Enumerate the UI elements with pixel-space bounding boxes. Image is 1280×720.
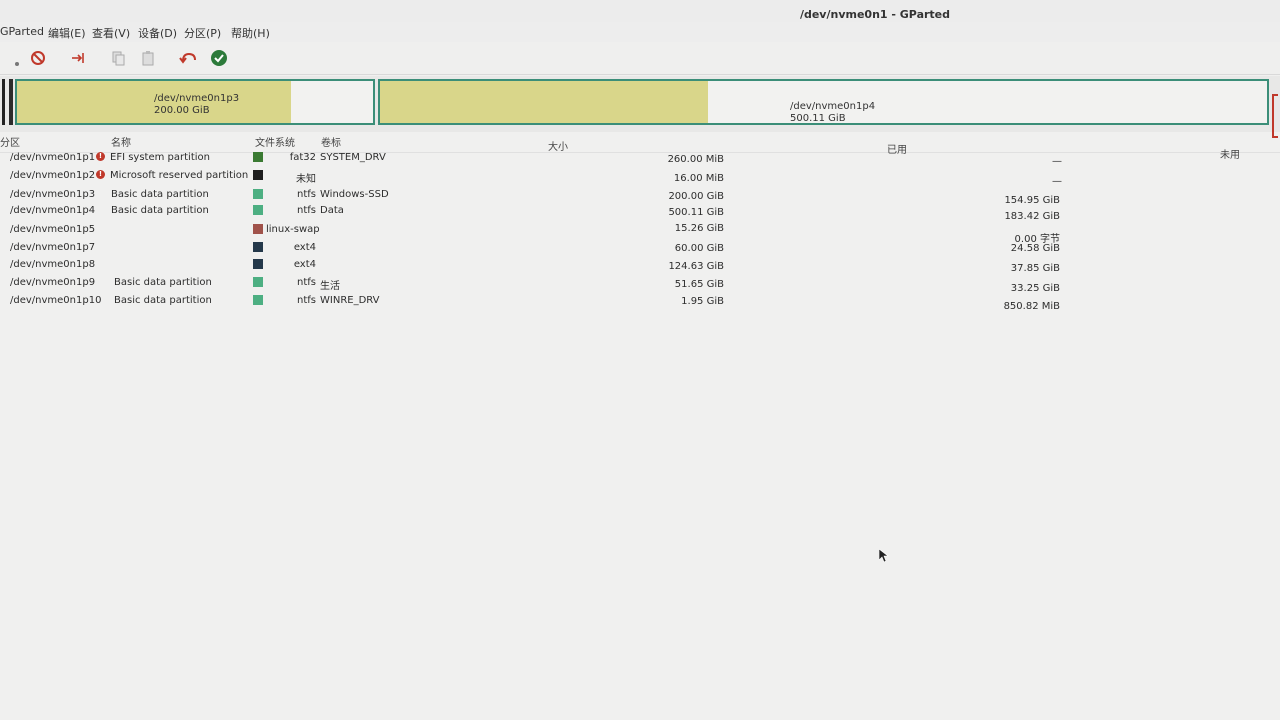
filesystem-color-swatch bbox=[253, 242, 263, 252]
filesystem-type: ext4 bbox=[293, 242, 316, 253]
partition-path: /dev/nvme0n1p8 bbox=[10, 259, 96, 270]
partition-path: /dev/nvme0n1p5 bbox=[10, 224, 96, 235]
column-label[interactable]: 卷标 bbox=[321, 134, 341, 149]
filesystem-type: ntfs bbox=[297, 205, 316, 216]
partition-name: Basic data partition bbox=[114, 277, 212, 288]
warning-icon: ! bbox=[96, 152, 105, 161]
partition-path: /dev/nvme0n1p7 bbox=[10, 242, 96, 253]
table-row[interactable]: /dev/nvme0n1p9 Basic data partition ntfs 生活… bbox=[0, 275, 1280, 294]
volume-label: Windows-SSD bbox=[320, 189, 389, 200]
volume-label: WINRE_DRV bbox=[320, 295, 380, 306]
partition-name: Microsoft reserved partition bbox=[110, 170, 249, 181]
filesystem-type: ext4 bbox=[293, 259, 316, 270]
filesystem-type: ntfs bbox=[297, 189, 316, 200]
table-row[interactable]: /dev/nvme0n1p2! Microsoft reserved partit… bbox=[0, 168, 1280, 187]
partition-used: 850.82 MiB bbox=[1003, 301, 1060, 312]
partition-used: — bbox=[1052, 176, 1062, 187]
partition-path: /dev/nvme0n1p9 bbox=[10, 277, 96, 288]
partition-size: 15.26 GiB bbox=[674, 223, 724, 234]
undo-icon[interactable] bbox=[178, 48, 198, 68]
partition-used: — bbox=[1052, 156, 1062, 167]
filesystem-type: linux-swap bbox=[266, 224, 320, 235]
copy-icon[interactable] bbox=[108, 48, 128, 68]
partition-name: /dev/nvme0n1p4 bbox=[790, 101, 876, 112]
partition-size: 1.95 GiB bbox=[681, 296, 724, 307]
partition-name: /dev/nvme0n1p3 bbox=[154, 93, 240, 104]
delete-icon[interactable] bbox=[28, 48, 48, 68]
menu-gparted[interactable]: GParted bbox=[0, 25, 44, 38]
window-title: /dev/nvme0n1 - GParted bbox=[799, 8, 951, 21]
filesystem-color-swatch bbox=[253, 224, 263, 234]
filesystem-color-swatch bbox=[253, 277, 263, 287]
partition-size: 200.00 GiB bbox=[154, 105, 210, 116]
partition-size: 60.00 GiB bbox=[674, 243, 724, 254]
disk-map-partition-p4[interactable]: /dev/nvme0n1p4 500.11 GiB bbox=[378, 79, 1269, 125]
disk-map-partition-sliver[interactable] bbox=[2, 79, 5, 125]
filesystem-color-swatch bbox=[253, 295, 263, 305]
menu-view[interactable]: 查看(V) bbox=[92, 25, 130, 41]
filesystem-color-swatch bbox=[253, 205, 263, 215]
filesystem-color-swatch bbox=[253, 152, 263, 162]
partition-size: 500.11 GiB bbox=[790, 113, 846, 124]
partition-path: /dev/nvme0n1p3 bbox=[10, 189, 96, 200]
menu-partition[interactable]: 分区(P) bbox=[184, 25, 221, 41]
filesystem-type: 未知 bbox=[296, 174, 316, 185]
new-icon[interactable] bbox=[4, 48, 24, 68]
column-filesystem[interactable]: 文件系统 bbox=[255, 134, 295, 149]
partition-size: 260.00 MiB bbox=[667, 154, 724, 165]
filesystem-type: ntfs bbox=[297, 277, 316, 288]
volume-label: 生活 bbox=[320, 281, 340, 292]
partition-size: 500.11 GiB bbox=[668, 207, 724, 218]
partition-size: 16.00 MiB bbox=[673, 173, 724, 184]
volume-label: SYSTEM_DRV bbox=[320, 152, 386, 163]
filesystem-color-swatch bbox=[253, 259, 263, 269]
partition-used: 183.42 GiB bbox=[1004, 211, 1060, 222]
table-row[interactable]: /dev/nvme0n1p8 ext4 124.63 GiB 37.85 GiB bbox=[0, 257, 1280, 275]
toolbar bbox=[0, 42, 1280, 75]
partition-path: /dev/nvme0n1p1 bbox=[10, 152, 96, 163]
disk-map: /dev/nvme0n1p3 200.00 GiB /dev/nvme0n1p4… bbox=[0, 76, 1280, 138]
partition-name: Basic data partition bbox=[111, 205, 209, 216]
partition-used: 24.58 GiB bbox=[1010, 243, 1060, 254]
column-name[interactable]: 名称 bbox=[111, 134, 131, 149]
menu-bar: GParted 编辑(E) 查看(V) 设备(D) 分区(P) 帮助(H) bbox=[0, 22, 1280, 42]
table-row[interactable]: /dev/nvme0n1p1! EFI system partition fat32… bbox=[0, 150, 1280, 168]
apply-icon[interactable] bbox=[209, 48, 229, 68]
used-space-bar bbox=[380, 81, 709, 123]
volume-label: Data bbox=[320, 205, 344, 216]
filesystem-color-swatch bbox=[253, 170, 263, 180]
table-row[interactable]: /dev/nvme0n1p4 Basic data partition ntfs Da… bbox=[0, 203, 1280, 222]
mouse-pointer-icon bbox=[879, 549, 889, 563]
partition-size: 124.63 GiB bbox=[668, 261, 724, 272]
menu-edit[interactable]: 编辑(E) bbox=[48, 25, 86, 41]
title-bar bbox=[0, 0, 1280, 24]
partition-path: /dev/nvme0n1p10 bbox=[10, 295, 102, 306]
table-row[interactable]: /dev/nvme0n1p10 Basic data partition ntfs W… bbox=[0, 293, 1280, 312]
partition-size: 51.65 GiB bbox=[674, 279, 724, 290]
menu-help[interactable]: 帮助(H) bbox=[231, 25, 270, 41]
partition-size: 200.00 GiB bbox=[668, 191, 724, 202]
partition-name: Basic data partition bbox=[114, 295, 212, 306]
menu-device[interactable]: 设备(D) bbox=[138, 25, 177, 41]
warning-icon: ! bbox=[96, 170, 105, 179]
paste-icon[interactable] bbox=[138, 48, 158, 68]
partition-name: EFI system partition bbox=[110, 152, 210, 163]
resize-icon[interactable] bbox=[68, 48, 88, 68]
partition-used: 37.85 GiB bbox=[1010, 263, 1060, 274]
filesystem-color-swatch bbox=[253, 189, 263, 199]
column-partition[interactable]: 分区 bbox=[0, 134, 20, 149]
table-row[interactable]: /dev/nvme0n1p7 ext4 60.00 GiB 24.58 GiB bbox=[0, 240, 1280, 258]
disk-map-partition-sliver[interactable] bbox=[9, 79, 13, 125]
partition-name: Basic data partition bbox=[111, 189, 209, 200]
partition-path: /dev/nvme0n1p4 bbox=[10, 205, 96, 216]
table-row[interactable]: /dev/nvme0n1p5 linux-swap 15.26 GiB 0.00 字节 bbox=[0, 222, 1280, 245]
partition-path: /dev/nvme0n1p2 bbox=[10, 170, 96, 181]
disk-map-partition-p3[interactable]: /dev/nvme0n1p3 200.00 GiB bbox=[15, 79, 375, 125]
filesystem-type: ntfs bbox=[297, 295, 316, 306]
filesystem-type: fat32 bbox=[289, 152, 316, 163]
